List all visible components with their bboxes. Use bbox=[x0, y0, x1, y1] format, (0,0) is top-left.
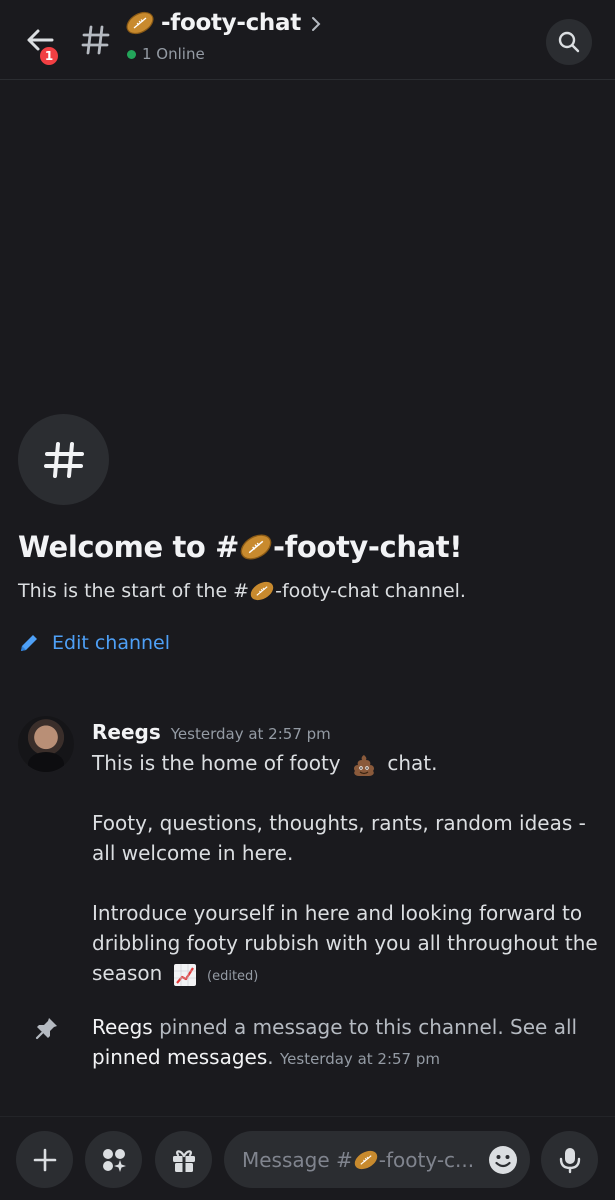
message-line-1-b: chat. bbox=[387, 751, 438, 775]
gift-icon bbox=[172, 1149, 195, 1172]
pencil-icon bbox=[21, 635, 37, 651]
avatar-shirt bbox=[28, 752, 64, 772]
welcome-subtitle: This is the start of the # -footy-chat c… bbox=[18, 580, 466, 602]
chart-increasing-emoji-icon bbox=[173, 963, 196, 986]
edited-label: (edited) bbox=[207, 969, 259, 984]
pinned-timestamp: Yesterday at 2:57 pm bbox=[279, 1050, 440, 1068]
poop-emoji-icon bbox=[353, 754, 374, 776]
online-dot-icon bbox=[127, 49, 136, 59]
football-emoji-icon bbox=[240, 534, 272, 560]
placeholder-suffix: -footy-c... bbox=[378, 1147, 475, 1172]
placeholder-prefix: Message # bbox=[242, 1147, 353, 1172]
message-header: Reegs Yesterday at 2:57 pm bbox=[92, 720, 331, 744]
channel-icon bbox=[18, 414, 109, 505]
message-author[interactable]: Reegs bbox=[92, 720, 161, 744]
message-input[interactable]: Message # -footy-c... bbox=[224, 1131, 530, 1188]
plus-icon bbox=[33, 1148, 56, 1171]
avatar[interactable] bbox=[18, 716, 74, 772]
pinned-author[interactable]: Reegs bbox=[92, 1015, 153, 1039]
pinned-messages-link[interactable]: pinned messages bbox=[92, 1045, 267, 1069]
message-paragraph-2: Footy, questions, thoughts, rants, rando… bbox=[92, 811, 586, 865]
welcome-title-prefix: Welcome to # bbox=[18, 530, 240, 564]
microphone-icon bbox=[559, 1147, 580, 1173]
message-paragraph-3: Introduce yourself in here and looking f… bbox=[92, 898, 602, 992]
hash-icon bbox=[43, 441, 84, 478]
pinned-period: . bbox=[267, 1045, 274, 1069]
message-line-1: This is the home of footy chat. bbox=[92, 748, 602, 778]
channel-title-button[interactable]: -footy-chat bbox=[125, 10, 321, 36]
football-emoji-icon bbox=[354, 1150, 377, 1169]
voice-message-button[interactable] bbox=[541, 1131, 598, 1188]
online-count: 1 Online bbox=[142, 45, 205, 63]
channel-header: 1 -footy-chat 1 Online bbox=[0, 0, 615, 80]
welcome-title-suffix: -footy-chat! bbox=[273, 530, 463, 564]
message-content: This is the home of footy chat. Footy, q… bbox=[92, 748, 602, 992]
composer-bar: Message # -footy-c... bbox=[0, 1116, 615, 1200]
football-emoji-icon bbox=[250, 581, 274, 601]
welcome-title: Welcome to # -footy-chat! bbox=[18, 530, 462, 564]
emoji-icon[interactable] bbox=[488, 1145, 518, 1175]
unread-badge: 1 bbox=[38, 45, 60, 67]
message-line-1-a: This is the home of footy bbox=[92, 751, 341, 775]
chevron-right-icon bbox=[311, 17, 321, 31]
search-icon bbox=[558, 31, 580, 53]
back-button[interactable]: 1 bbox=[22, 22, 62, 67]
gift-button[interactable] bbox=[155, 1131, 212, 1188]
welcome-subtitle-suffix: -footy-chat channel. bbox=[275, 580, 466, 602]
hash-icon bbox=[81, 25, 110, 55]
welcome-subtitle-prefix: This is the start of the # bbox=[18, 580, 250, 602]
message-input-placeholder: Message # -footy-c... bbox=[242, 1148, 474, 1172]
chat-screen: 1 -footy-chat 1 Online Welcome to # -foo… bbox=[0, 0, 615, 1200]
message-paragraph-3-text: Introduce yourself in here and looking f… bbox=[92, 901, 598, 985]
edit-channel-label: Edit channel bbox=[52, 632, 171, 654]
apps-icon bbox=[102, 1148, 126, 1172]
online-status: 1 Online bbox=[127, 45, 205, 63]
pinned-system-message: Reegs pinned a message to this channel. … bbox=[92, 1012, 602, 1074]
add-attachment-button[interactable] bbox=[16, 1131, 73, 1188]
pin-icon bbox=[35, 1018, 57, 1040]
message-timestamp: Yesterday at 2:57 pm bbox=[170, 725, 331, 743]
edit-channel-button[interactable]: Edit channel bbox=[18, 632, 170, 654]
search-button[interactable] bbox=[546, 19, 592, 65]
football-emoji-icon bbox=[126, 11, 154, 35]
apps-button[interactable] bbox=[85, 1131, 142, 1188]
channel-name: -footy-chat bbox=[161, 10, 301, 36]
pinned-text: pinned a message to this channel. See al… bbox=[152, 1015, 578, 1039]
